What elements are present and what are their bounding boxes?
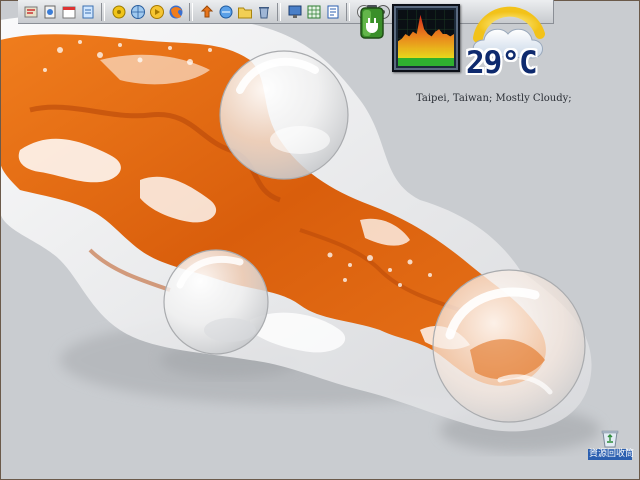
quick-launch-group-4	[285, 3, 342, 20]
folder-icon[interactable]	[236, 3, 253, 20]
desktop: 29°C Taipei, Taiwan; Mostly Cloudy; 資源回收…	[0, 0, 640, 480]
globe-icon[interactable]	[129, 3, 146, 20]
media-icon[interactable]	[148, 3, 165, 20]
calendar-icon[interactable]	[60, 3, 77, 20]
glass-sphere-middle	[163, 249, 269, 355]
battery-icon[interactable]	[358, 4, 386, 40]
cpu-meter[interactable]	[392, 4, 460, 72]
monitor-icon[interactable]	[286, 3, 303, 20]
toolbar-separator	[101, 2, 105, 21]
document-icon[interactable]	[324, 3, 341, 20]
transfer-icon[interactable]	[198, 3, 215, 20]
recycle-bin[interactable]: 資源回收筒	[588, 428, 635, 462]
network-icon[interactable]	[217, 3, 234, 20]
notes-icon[interactable]	[79, 3, 96, 20]
firefox-icon[interactable]	[167, 3, 184, 20]
cpu-meter-graph	[398, 10, 454, 66]
glass-sphere-top	[219, 50, 349, 180]
glass-sphere-bottom-right	[432, 269, 586, 423]
recycle-bin-label: 資源回收筒	[588, 449, 635, 460]
weather-temperature: 29°C	[466, 45, 538, 81]
toolbar-separator	[346, 2, 350, 21]
app-icon[interactable]	[41, 3, 58, 20]
quick-launch-group-2	[109, 3, 185, 20]
spreadsheet-icon[interactable]	[305, 3, 322, 20]
toolbar-separator	[277, 2, 281, 21]
quick-launch-group-3	[197, 3, 273, 20]
recycle-icon[interactable]	[255, 3, 272, 20]
quick-launch-group-1	[21, 3, 97, 20]
settings-icon[interactable]	[110, 3, 127, 20]
toolbar-separator	[189, 2, 193, 21]
weather-location-text: Taipei, Taiwan; Mostly Cloudy;	[416, 93, 572, 104]
generic-app-icon[interactable]	[22, 3, 39, 20]
recycle-bin-icon	[601, 430, 619, 448]
